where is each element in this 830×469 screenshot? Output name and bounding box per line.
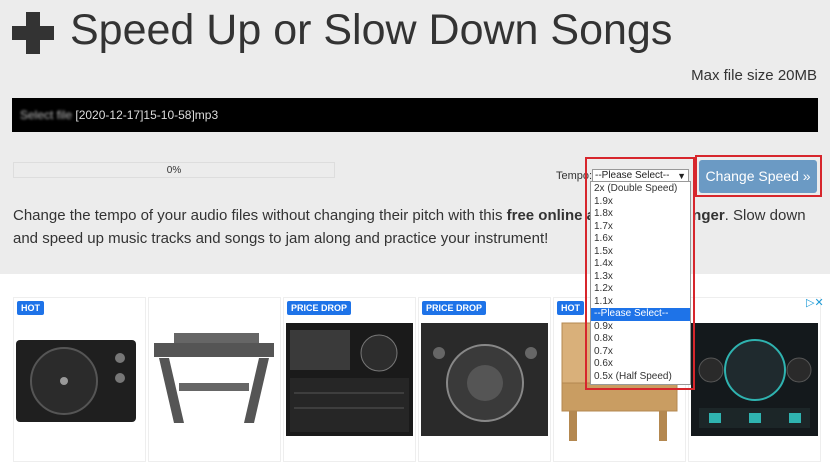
- ad-tile-1[interactable]: HOT: [13, 297, 146, 462]
- highlight-box-button: [695, 155, 822, 197]
- plugin-screenshot-image: [286, 323, 413, 436]
- file-name: [2020-12-17]15-10-58]mp3: [75, 108, 219, 122]
- turntable-image: [16, 340, 136, 422]
- progress-bar: 0%: [13, 162, 335, 178]
- synth-plugin-image: [421, 323, 548, 436]
- ad-tile-4[interactable]: PRICE DROP: [418, 297, 551, 462]
- max-file-size-note: Max file size 20MB: [691, 67, 817, 84]
- ad-badge: PRICE DROP: [422, 301, 487, 315]
- main-panel: Speed Up or Slow Down Songs Max file siz…: [0, 0, 830, 274]
- description-bold2: nger: [692, 207, 725, 224]
- ad-badge: PRICE DROP: [287, 301, 352, 315]
- progress-label: 0%: [166, 165, 182, 176]
- description-text: Change the tempo of your audio files wit…: [13, 204, 823, 250]
- ad-badge: HOT: [17, 301, 44, 315]
- ad-tile-6[interactable]: [688, 297, 821, 462]
- file-input-obscured-text: Select file: [20, 108, 73, 122]
- page-title: Speed Up or Slow Down Songs: [70, 6, 673, 54]
- description-part1: Change the tempo of your audio files wit…: [13, 207, 507, 224]
- ad-choices-icon[interactable]: ▷✕: [806, 296, 824, 310]
- ad-tile-2[interactable]: [148, 297, 281, 462]
- ad-badge: HOT: [557, 301, 584, 315]
- studio-desk-image: [154, 333, 274, 423]
- signal-plugin-image: [691, 323, 818, 436]
- plus-icon: [12, 12, 54, 54]
- ad-tile-3[interactable]: PRICE DROP: [283, 297, 416, 462]
- highlight-box-dropdown: [585, 157, 695, 390]
- file-input[interactable]: Select file [2020-12-17]15-10-58]mp3: [12, 98, 818, 132]
